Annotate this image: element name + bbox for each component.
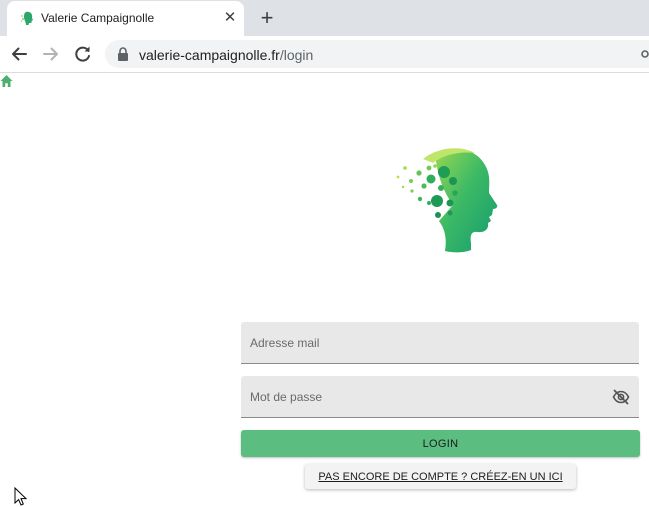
- browser-toolbar: valerie-campaignolle.fr/login: [0, 36, 649, 73]
- tab-strip: Valerie Campaignolle ✕ +: [0, 0, 649, 36]
- reload-button[interactable]: [72, 43, 94, 65]
- new-tab-button[interactable]: +: [256, 7, 278, 29]
- email-field[interactable]: [241, 322, 639, 363]
- head-logo-icon: [20, 11, 33, 25]
- login-button[interactable]: LOGIN: [241, 430, 640, 457]
- create-account-link-button[interactable]: PAS ENCORE DE COMPTE ? CRÉEZ-EN UN ICI: [305, 464, 576, 489]
- forward-button[interactable]: [40, 43, 62, 65]
- password-field-container: [241, 376, 639, 418]
- key-icon[interactable]: [640, 49, 649, 59]
- url-text: valerie-campaignolle.fr/login: [139, 47, 313, 63]
- close-tab-button[interactable]: ✕: [222, 10, 238, 26]
- eye-off-icon[interactable]: [612, 388, 630, 406]
- tab-title: Valerie Campaignolle: [41, 11, 155, 25]
- address-bar[interactable]: valerie-campaignolle.fr/login: [105, 40, 649, 68]
- lock-icon: [118, 47, 128, 61]
- password-field[interactable]: [241, 376, 639, 417]
- back-button[interactable]: [8, 43, 30, 65]
- arrow-right-icon: [43, 47, 58, 61]
- url-domain: valerie-campaignolle.fr: [139, 47, 280, 63]
- url-path: /login: [279, 47, 314, 63]
- head-logo: [396, 148, 498, 253]
- browser-tab[interactable]: Valerie Campaignolle ✕: [7, 1, 244, 36]
- arrow-left-icon: [12, 47, 27, 61]
- mouse-pointer-icon: [14, 487, 28, 506]
- email-field-container: [241, 322, 639, 364]
- reload-icon: [75, 46, 90, 62]
- home-icon[interactable]: [0, 74, 13, 88]
